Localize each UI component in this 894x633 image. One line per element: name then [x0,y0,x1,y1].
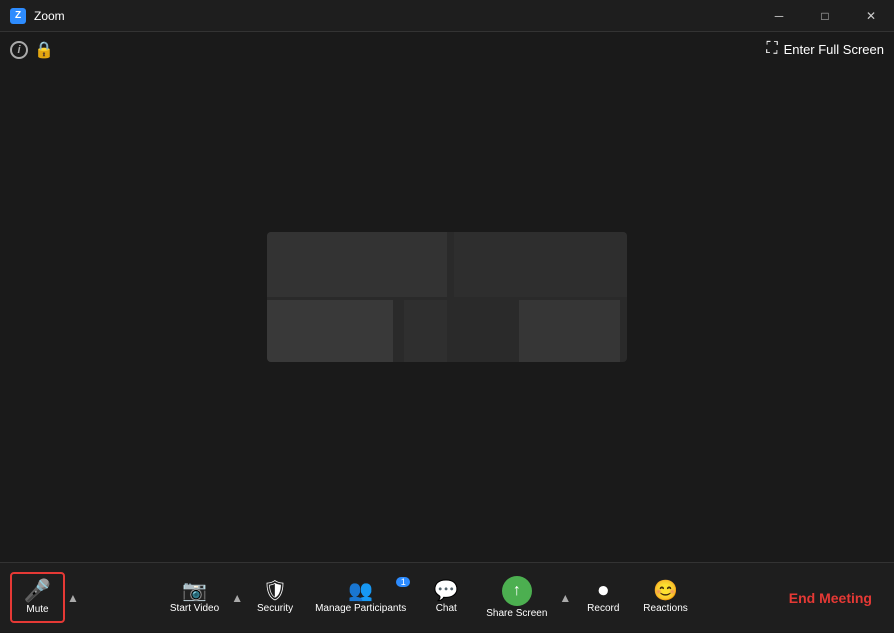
mute-button[interactable]: 🎤 Mute [10,572,65,623]
title-bar-left: Z Zoom [0,8,65,24]
chat-label: Chat [436,604,457,614]
lock-icon: 🔒 [34,40,54,60]
toolbar-left: 🎤 Mute ▲ [10,563,81,633]
main-content: i 🔒 ⛶ Enter Full Screen [0,32,894,562]
window-title: Zoom [34,9,65,23]
chat-button[interactable]: 💬 Chat [416,575,476,620]
chat-icon: 💬 [434,581,459,601]
close-button[interactable]: ✕ [848,0,894,32]
minimize-button[interactable]: ─ [756,0,802,32]
pixel-block-5 [519,300,620,362]
start-video-label: Start Video [170,604,219,614]
video-off-icon: 📷 [182,581,207,601]
microphone-icon: 🎤 [24,580,51,602]
pixelated-video [267,232,627,362]
info-icon[interactable]: i [10,41,28,59]
start-video-button[interactable]: 📷 Start Video [160,575,229,620]
mute-label: Mute [26,605,48,615]
participants-icon: 👥 [348,581,373,601]
record-icon: ⏺ [598,581,608,601]
fullscreen-icon: ⛶ [766,40,777,58]
fullscreen-label: Enter Full Screen [784,42,884,57]
manage-participants-button[interactable]: 👥 1 Manage Participants [305,575,416,620]
end-meeting-button[interactable]: End Meeting [777,582,884,614]
record-button[interactable]: ⏺ Record [573,575,633,620]
window-controls: ─ □ ✕ [756,0,894,32]
app-icon: Z [10,8,26,24]
share-screen-icon-wrap: ↑ [502,576,532,606]
maximize-button[interactable]: □ [802,0,848,32]
pixel-block-2 [454,232,627,297]
share-chevron[interactable]: ▲ [557,563,573,633]
fullscreen-button[interactable]: ⛶ Enter Full Screen [766,40,884,58]
manage-participants-label: Manage Participants [315,604,406,614]
reactions-label: Reactions [643,604,687,614]
toolbar: 🎤 Mute ▲ 📷 Start Video ▲ 🛡 Security 👥 1 … [0,562,894,632]
record-label: Record [587,604,619,614]
toolbar-right: End Meeting [777,582,884,614]
video-chevron[interactable]: ▲ [229,563,245,633]
video-preview-area [267,232,627,362]
share-screen-button[interactable]: ↑ Share Screen [476,570,557,625]
reactions-button[interactable]: 😊 Reactions [633,575,697,620]
top-left-icons: i 🔒 [10,40,54,60]
pixel-block-4 [404,300,447,362]
pixel-block-3 [267,300,393,362]
mute-chevron[interactable]: ▲ [65,563,81,633]
participants-badge: 1 [396,577,410,587]
toolbar-center: 📷 Start Video ▲ 🛡 Security 👥 1 Manage Pa… [81,563,777,633]
security-button[interactable]: 🛡 Security [245,575,305,620]
reactions-icon: 😊 [653,581,678,601]
security-icon: 🛡 [262,581,287,601]
share-screen-label: Share Screen [486,609,547,619]
security-label: Security [257,604,293,614]
title-bar: Z Zoom ─ □ ✕ [0,0,894,32]
pixel-block-1 [267,232,447,297]
share-screen-icon: ↑ [513,582,521,600]
